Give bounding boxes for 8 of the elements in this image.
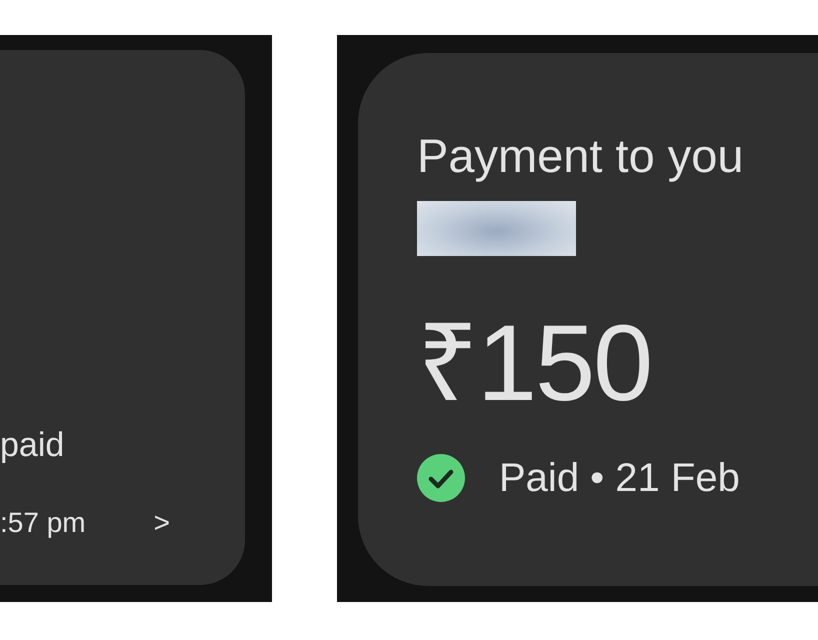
status-text: paid xyxy=(0,425,66,465)
status-text: Paid • 21 Feb xyxy=(499,455,740,501)
transaction-card[interactable]: paid :57 pm > xyxy=(0,50,245,585)
card-title: Payment to you xyxy=(417,129,744,183)
time-text: :57 pm xyxy=(0,507,86,539)
chevron-button[interactable]: > xyxy=(154,507,170,539)
amount-text: ₹150 xyxy=(417,308,652,418)
transaction-card[interactable]: Payment to you ₹150 Paid • 21 Feb xyxy=(358,53,818,586)
